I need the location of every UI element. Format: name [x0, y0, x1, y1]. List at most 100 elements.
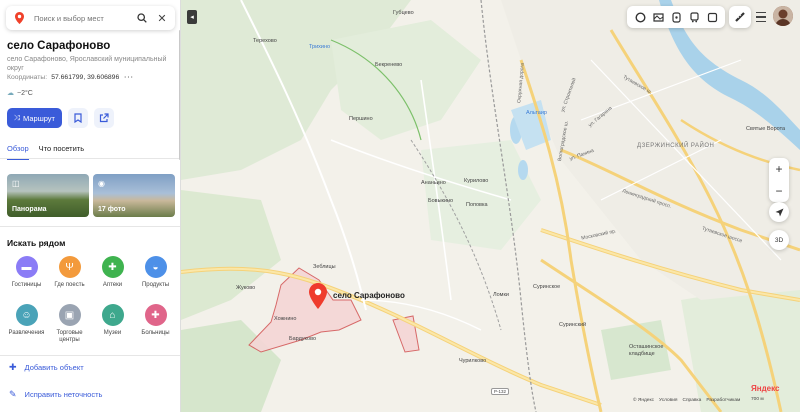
category-pharmacy[interactable]: ✚ Аптеки: [91, 256, 134, 298]
village-label: Терехово: [253, 38, 277, 44]
fix-error-label: Исправить неточность: [24, 390, 103, 399]
add-location-icon: ✚: [9, 362, 17, 372]
village-label: Хожнино: [274, 316, 297, 322]
bed-icon: ▬: [15, 256, 38, 278]
menu-button[interactable]: [755, 6, 767, 28]
panorama-icon[interactable]: [651, 10, 665, 24]
map[interactable]: Терехово Губцево Трихино Бекренево Перши…: [181, 0, 800, 412]
close-icon[interactable]: ✕: [154, 10, 170, 26]
village-label: Ананьино: [421, 180, 446, 186]
photos-count-label: 17 фото: [98, 206, 126, 213]
place-subtitle: село Сарафоново, Ярославский муниципальн…: [7, 56, 167, 72]
traffic-icon[interactable]: [669, 10, 683, 24]
more-dots-icon[interactable]: ···: [124, 74, 134, 81]
search-icon[interactable]: [134, 10, 150, 26]
search-bar: ✕: [6, 6, 175, 30]
village-label: Бовыкино: [428, 198, 454, 204]
place-title: село Сарафоново: [7, 40, 111, 52]
village-label: Суринский: [559, 322, 587, 328]
theater-icon: ☺: [15, 304, 38, 326]
ruler-icon: [735, 12, 745, 22]
location-marker-icon[interactable]: [309, 283, 327, 309]
village-label: Поповка: [466, 202, 488, 208]
category-groceries[interactable]: ◒ Продукты: [134, 256, 177, 298]
map-canvas: [181, 0, 800, 412]
category-food[interactable]: Ψ Где поесть: [48, 256, 91, 298]
cloud-icon: ☁: [7, 90, 14, 97]
photos: ◫ Панорама ◉ 17 фото: [7, 174, 175, 217]
photos-card[interactable]: ◉ 17 фото: [93, 174, 175, 217]
basket-icon: ◒: [144, 256, 167, 278]
help-link[interactable]: Справка: [682, 398, 701, 403]
pharmacy-cross-icon: ✚: [101, 256, 124, 278]
cemetery-label: Осташинское кладбище: [629, 344, 664, 357]
marker-label: село Сарафоново: [333, 291, 405, 300]
category-label: Аптеки: [102, 282, 123, 288]
category-label: Где поесть: [54, 282, 85, 288]
village-label: Ломки: [493, 292, 509, 298]
terms-link[interactable]: Условия: [659, 398, 677, 403]
category-malls[interactable]: ▣ Торговые центры: [48, 304, 91, 346]
share-icon: [99, 113, 109, 123]
search-input[interactable]: [34, 13, 130, 23]
category-hotels[interactable]: ▬ Гостиницы: [5, 256, 48, 298]
coordinates-label: Координаты:: [7, 74, 48, 81]
yandex-logo: Яндекс: [751, 384, 779, 393]
zoom-out-button[interactable]: −: [769, 180, 789, 202]
parking-icon[interactable]: [705, 10, 719, 24]
nearby-categories: ▬ Гостиницы Ψ Где поесть ✚ Аптеки ◒ Прод…: [5, 256, 177, 346]
coordinates-value[interactable]: 57.661799, 39.606896: [51, 74, 119, 81]
developers-link[interactable]: Разработчикам: [706, 398, 740, 403]
divider: [0, 226, 180, 227]
district-label: ДЗЕРЖИНСКИЙ РАЙОН: [637, 143, 715, 149]
route-button[interactable]: ⤨ Маршрут: [7, 108, 62, 128]
camera-icon: ◉: [98, 179, 105, 188]
village-label: Губцево: [393, 10, 414, 16]
category-label: Гостиницы: [11, 282, 42, 288]
divider: [0, 158, 180, 159]
divider: [0, 355, 180, 356]
category-label: Развлечения: [8, 330, 45, 336]
share-button[interactable]: [94, 108, 114, 128]
transport-icon[interactable]: [687, 10, 701, 24]
route-button-label: Маршрут: [23, 113, 55, 123]
village-label: Трихино: [309, 44, 331, 50]
add-object-label: Добавить объект: [24, 363, 84, 372]
category-museums[interactable]: ⌂ Музеи: [91, 304, 134, 346]
3d-button[interactable]: 3D: [769, 230, 789, 250]
hospital-cross-icon: ✚: [144, 304, 167, 326]
poi-label: Святые Ворота: [746, 126, 786, 132]
map-pin-icon: [10, 12, 28, 24]
village-label: Зеблицы: [313, 264, 336, 270]
map-layers-toolbar: [627, 6, 725, 28]
village-label: Жуково: [236, 285, 256, 291]
my-location-button[interactable]: [769, 202, 789, 222]
panorama-card[interactable]: ◫ Панорама: [7, 174, 89, 217]
zoom-in-button[interactable]: +: [769, 158, 789, 180]
panorama-icon: ◫: [12, 179, 20, 188]
collapse-sidebar-button[interactable]: ◂: [187, 10, 197, 24]
weather: ☁ −2°C: [7, 89, 33, 98]
ruler-button[interactable]: [729, 6, 751, 28]
menu-line: [756, 16, 766, 18]
menu-line: [756, 11, 766, 14]
category-label: Больницы: [141, 330, 170, 336]
shopping-bag-icon: ▣: [58, 304, 81, 326]
nearby-title: Искать рядом: [7, 238, 66, 248]
village-label: Чурилково: [459, 358, 487, 364]
poi-label: Альтаир: [526, 110, 547, 116]
village-label: Першино: [349, 116, 373, 122]
fix-error-link[interactable]: ✎ Исправить неточность: [9, 389, 102, 400]
add-object-link[interactable]: ✚ Добавить объект: [9, 362, 84, 373]
layers-icon[interactable]: [633, 10, 647, 24]
avatar[interactable]: [773, 6, 793, 26]
scale-bar: 700 м: [751, 397, 764, 402]
sidebar: ✕ село Сарафоново село Сарафоново, Яросл…: [0, 0, 181, 412]
route-icon: ⤨: [14, 113, 21, 122]
action-buttons: ⤨ Маршрут: [7, 108, 114, 128]
museum-icon: ⌂: [101, 304, 124, 326]
category-entertainment[interactable]: ☺ Развлечения: [5, 304, 48, 346]
bookmark-button[interactable]: [68, 108, 88, 128]
category-hospitals[interactable]: ✚ Больницы: [134, 304, 177, 346]
panorama-label: Панорама: [12, 206, 47, 213]
